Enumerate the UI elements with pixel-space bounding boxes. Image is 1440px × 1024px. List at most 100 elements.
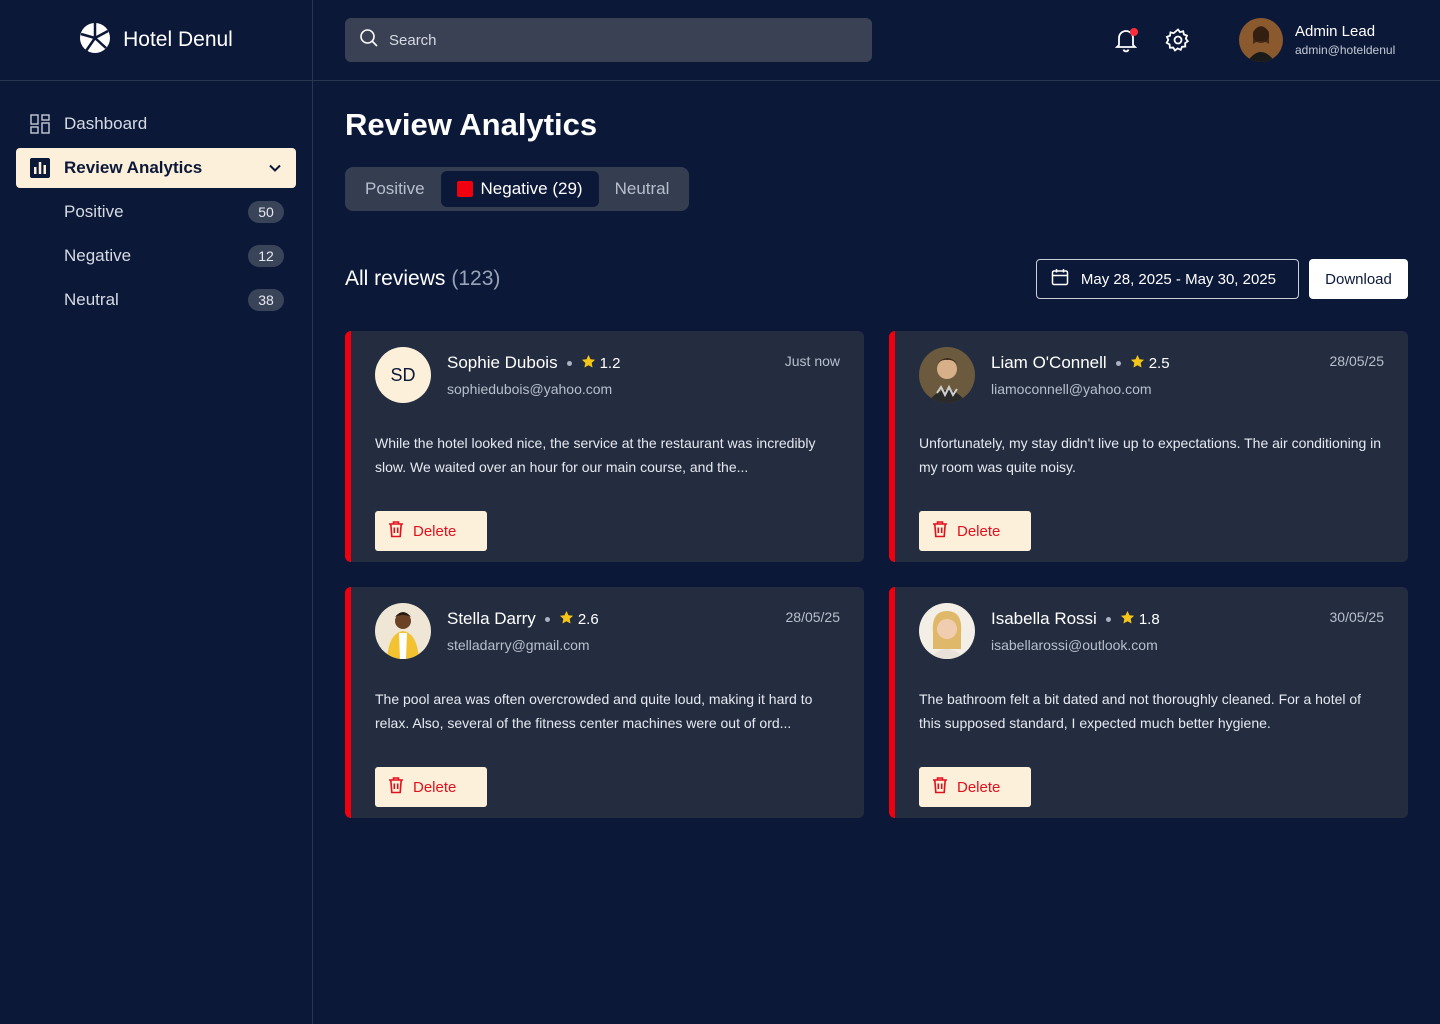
sidebar-subitem-positive[interactable]: Positive 50 bbox=[16, 192, 296, 232]
dashboard-icon bbox=[30, 114, 50, 134]
tab-label: Negative (29) bbox=[480, 179, 583, 198]
rating: 1.2 bbox=[581, 354, 621, 373]
delete-button[interactable]: Delete bbox=[375, 511, 487, 551]
sidebar-item-label: Dashboard bbox=[64, 114, 148, 133]
download-button[interactable]: Download bbox=[1309, 259, 1408, 299]
gear-icon bbox=[1165, 28, 1191, 57]
sidebar-subitem-label: Positive bbox=[64, 202, 124, 221]
review-date: Just now bbox=[784, 353, 840, 369]
sidebar-subitem-label: Negative bbox=[64, 246, 132, 265]
review-date: 28/05/25 bbox=[785, 609, 841, 625]
user-name: Admin Lead bbox=[1295, 23, 1376, 40]
trash-icon bbox=[387, 776, 405, 798]
avatar: SD bbox=[375, 347, 431, 403]
date-range-picker[interactable]: May 28, 2025 - May 30, 2025 bbox=[1035, 259, 1299, 299]
star-icon bbox=[581, 354, 596, 373]
review-text: Unfortunately, my stay didn't live up to… bbox=[919, 435, 1382, 475]
reviewer-email: stelladarry@gmail.com bbox=[447, 637, 590, 653]
negative-square-icon bbox=[456, 181, 473, 197]
star-icon bbox=[1130, 354, 1145, 373]
notifications-button[interactable] bbox=[1113, 27, 1139, 53]
rating-value: 2.6 bbox=[577, 610, 599, 628]
delete-label: Delete bbox=[957, 522, 1001, 540]
sidebar-item-review-analytics[interactable]: Review Analytics bbox=[16, 148, 296, 188]
reviews-count: (123) bbox=[451, 267, 501, 290]
user-email: admin@hoteldenul bbox=[1295, 43, 1396, 57]
rating: 2.5 bbox=[1130, 354, 1170, 373]
delete-label: Delete bbox=[957, 778, 1001, 796]
delete-label: Delete bbox=[413, 522, 457, 540]
calendar-icon bbox=[1051, 268, 1069, 290]
reviews-header: All reviews (123) May 28, 2025 - May 30,… bbox=[345, 259, 1408, 299]
count-badge: 12 bbox=[248, 245, 284, 267]
rating-value: 2.5 bbox=[1148, 354, 1170, 372]
tab-label: Neutral bbox=[614, 179, 670, 198]
star-icon bbox=[559, 610, 574, 629]
trash-icon bbox=[931, 776, 949, 798]
sidebar-item-label: Review Analytics bbox=[64, 158, 203, 177]
bell-icon bbox=[1113, 30, 1139, 57]
rating-value: 1.8 bbox=[1138, 610, 1160, 628]
sidebar-item-dashboard[interactable]: Dashboard bbox=[16, 104, 296, 144]
separator-dot bbox=[1115, 360, 1121, 366]
rating: 1.8 bbox=[1120, 610, 1160, 629]
reviews-title: All reviews bbox=[345, 267, 446, 290]
tab-neutral[interactable]: Neutral bbox=[599, 171, 686, 207]
review-card: Isabella Rossi 1.8 isabellarossi@outlook… bbox=[889, 587, 1408, 818]
reviewer-name: Sophie Dubois bbox=[447, 353, 558, 372]
tab-negative[interactable]: Negative (29) bbox=[440, 171, 599, 207]
count-badge: 50 bbox=[248, 201, 284, 223]
settings-button[interactable] bbox=[1165, 27, 1191, 53]
notification-dot bbox=[1130, 28, 1138, 36]
sidebar-subitem-negative[interactable]: Negative 12 bbox=[16, 236, 296, 276]
avatar bbox=[919, 603, 975, 659]
reviewer-email: isabellarossi@outlook.com bbox=[991, 637, 1158, 653]
review-date: 28/05/25 bbox=[1329, 353, 1385, 369]
review-card: Stella Darry 2.6 stelladarry@gmail.com 2… bbox=[345, 587, 864, 818]
review-date: 30/05/25 bbox=[1329, 609, 1385, 625]
reviews-grid: SD Sophie Dubois 1.2 sophiedubois@yahoo.… bbox=[345, 331, 1408, 818]
avatar bbox=[919, 347, 975, 403]
top-header: Admin Lead admin@hoteldenul bbox=[313, 0, 1440, 81]
sidebar: Hotel Denul Dashboard Review Analytics P… bbox=[0, 0, 313, 1024]
reviewer-name: Isabella Rossi bbox=[991, 609, 1097, 628]
delete-button[interactable]: Delete bbox=[375, 767, 487, 807]
search-input[interactable] bbox=[389, 31, 829, 49]
page-title: Review Analytics bbox=[345, 107, 598, 142]
separator-dot bbox=[1105, 616, 1111, 622]
reviewer-email: sophiedubois@yahoo.com bbox=[447, 381, 613, 397]
delete-button[interactable]: Delete bbox=[919, 511, 1031, 551]
trash-icon bbox=[931, 520, 949, 542]
brand: Hotel Denul bbox=[0, 0, 312, 81]
review-text: The bathroom felt a bit dated and not th… bbox=[919, 691, 1362, 731]
bar-chart-icon bbox=[30, 158, 50, 178]
rating-value: 1.2 bbox=[599, 354, 621, 372]
search-bar[interactable] bbox=[345, 18, 872, 62]
reviewer-email: liamoconnell@yahoo.com bbox=[991, 381, 1152, 397]
tab-positive[interactable]: Positive bbox=[349, 171, 441, 207]
sidebar-subitem-neutral[interactable]: Neutral 38 bbox=[16, 280, 296, 320]
user-menu[interactable]: Admin Lead admin@hoteldenul bbox=[1239, 18, 1395, 62]
separator-dot bbox=[544, 616, 550, 622]
date-range-label: May 28, 2025 - May 30, 2025 bbox=[1080, 270, 1276, 288]
delete-label: Delete bbox=[413, 778, 457, 796]
brand-name: Hotel Denul bbox=[123, 28, 233, 51]
review-card: Liam O'Connell 2.5 liamoconnell@yahoo.co… bbox=[889, 331, 1408, 562]
chevron-down-icon[interactable] bbox=[268, 161, 282, 175]
count-badge: 38 bbox=[248, 289, 284, 311]
rating: 2.6 bbox=[559, 610, 599, 629]
avatar bbox=[1239, 18, 1283, 62]
search-icon bbox=[359, 28, 379, 53]
main-content: Review Analytics Positive Negative (29) … bbox=[345, 81, 1408, 818]
sidebar-subitem-label: Neutral bbox=[64, 290, 119, 309]
review-card: SD Sophie Dubois 1.2 sophiedubois@yahoo.… bbox=[345, 331, 864, 562]
trash-icon bbox=[387, 520, 405, 542]
tab-label: Positive bbox=[365, 179, 425, 198]
hotel-logo-icon bbox=[79, 22, 111, 59]
reviewer-name: Liam O'Connell bbox=[991, 353, 1107, 372]
delete-button[interactable]: Delete bbox=[919, 767, 1031, 807]
review-text: While the hotel looked nice, the service… bbox=[375, 435, 816, 475]
sentiment-tabs: Positive Negative (29) Neutral bbox=[345, 167, 690, 211]
review-text: The pool area was often overcrowded and … bbox=[375, 691, 813, 731]
sidebar-nav: Dashboard Review Analytics Positive 50 N… bbox=[0, 81, 312, 320]
